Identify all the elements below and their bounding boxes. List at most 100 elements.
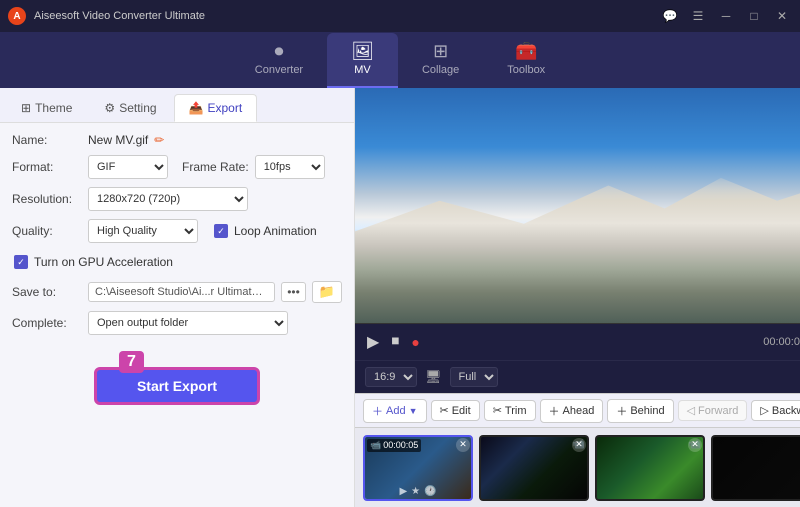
nav-bar: ⏺ Converter 🖼 MV ⊞ Collage 🧰 Toolbox: [0, 32, 800, 88]
save-to-label: Save to:: [12, 285, 82, 299]
name-value: New MV.gif: [88, 133, 148, 147]
clip-3[interactable]: 📹 ✕: [595, 435, 705, 501]
sub-tab-theme[interactable]: ⊞ Theme: [6, 94, 87, 122]
name-label: Name:: [12, 133, 82, 147]
nav-tab-collage[interactable]: ⊞ Collage: [398, 33, 483, 88]
gpu-checkbox[interactable]: ✓: [14, 255, 28, 269]
forward-icon: ◁: [687, 404, 695, 417]
add-label: Add: [386, 405, 406, 417]
window-controls: 💬 ☰ ─ □ ✕: [660, 6, 792, 26]
save-to-path: C:\Aiseesoft Studio\Ai...r Ultimate\MV E…: [88, 282, 275, 302]
add-button[interactable]: ＋ Add ▼: [363, 399, 427, 423]
nav-tab-converter[interactable]: ⏺ Converter: [231, 33, 327, 88]
video-controls-row2: 16:9 4:3 1:1 🖥 Full Fit Start Export: [355, 360, 800, 393]
sub-tab-export[interactable]: 📤 Export: [174, 94, 258, 122]
open-folder-button[interactable]: 📁: [312, 281, 342, 303]
record-button[interactable]: ●: [409, 332, 421, 352]
view-mode-select[interactable]: Full Fit: [450, 367, 498, 387]
clip-1-controls: ▶ ★ 🕐: [365, 486, 471, 497]
sub-tab-setting[interactable]: ⚙ Setting: [89, 94, 171, 122]
maximize-button[interactable]: □: [744, 6, 764, 26]
gpu-row: ✓ Turn on GPU Acceleration: [14, 251, 342, 273]
collage-icon: ⊞: [433, 41, 448, 62]
clip-4-bg: [713, 437, 800, 499]
resolution-row: Resolution: 1280x720 (720p) 1920x1080 (1…: [12, 187, 342, 211]
quality-row: Quality: High Quality Medium Quality Low…: [12, 219, 342, 243]
play-button[interactable]: ▶: [365, 330, 381, 354]
settings-area: Name: New MV.gif ✏ Format: GIF MP4 AVI F…: [0, 123, 354, 507]
preview-mountain: [355, 88, 800, 323]
format-select[interactable]: GIF MP4 AVI: [88, 155, 168, 179]
loop-checkbox[interactable]: ✓: [214, 224, 228, 238]
edit-button[interactable]: ✂ Edit: [431, 400, 480, 421]
bottom-toolbar: ＋ Add ▼ ✂ Edit ✂ Trim ＋ Ahead ＋ Behind ◁: [355, 393, 800, 427]
converter-icon: ⏺: [274, 41, 283, 62]
nav-tab-toolbox-label: Toolbox: [507, 64, 545, 76]
clip-3-close[interactable]: ✕: [688, 438, 702, 452]
forward-button[interactable]: ◁ Forward: [678, 400, 748, 421]
export-tab-icon: 📤: [189, 101, 204, 115]
sub-tabs: ⊞ Theme ⚙ Setting 📤 Export: [0, 88, 354, 123]
clip-1-close[interactable]: ✕: [456, 438, 470, 452]
clip-1-time: 00:00:05: [383, 440, 418, 450]
start-export-button-main[interactable]: Start Export: [94, 367, 260, 405]
quality-select[interactable]: High Quality Medium Quality Low Quality: [88, 219, 198, 243]
chat-button[interactable]: 💬: [660, 6, 680, 26]
name-edit-icon[interactable]: ✏: [154, 133, 164, 147]
behind-button[interactable]: ＋ Behind: [607, 399, 673, 423]
backward-button[interactable]: ▷ Backward: [751, 400, 800, 421]
time-current: 00:00:00.00: [763, 336, 800, 348]
browse-dots-button[interactable]: •••: [281, 282, 306, 302]
loop-row: ✓ Loop Animation: [214, 224, 317, 238]
clip-1-video-icon: 📹: [370, 440, 381, 451]
nav-tab-mv[interactable]: 🖼 MV: [327, 33, 398, 88]
clip-2[interactable]: 📹 ✕: [479, 435, 589, 501]
theme-tab-label: Theme: [35, 101, 72, 115]
complete-row: Complete: Open output folder Do nothing …: [12, 311, 342, 335]
loop-label: Loop Animation: [234, 224, 317, 238]
ahead-button[interactable]: ＋ Ahead: [540, 399, 604, 423]
save-to-row: Save to: C:\Aiseesoft Studio\Ai...r Ulti…: [12, 281, 342, 303]
time-display: 00:00:00.00/00:01:40.16: [430, 336, 800, 348]
behind-label: Behind: [630, 405, 664, 417]
stop-button[interactable]: ⏹: [389, 331, 401, 353]
main-area: ⊞ Theme ⚙ Setting 📤 Export Name: New MV.…: [0, 88, 800, 507]
add-icon: ＋: [372, 403, 383, 419]
menu-button[interactable]: ☰: [688, 6, 708, 26]
setting-tab-label: Setting: [119, 101, 156, 115]
resolution-label: Resolution:: [12, 192, 82, 206]
behind-icon: ＋: [616, 403, 627, 419]
clip-1[interactable]: 📹 00:00:05 ✕ ▶ ★ 🕐: [363, 435, 473, 501]
resolution-select[interactable]: 1280x720 (720p) 1920x1080 (1080p) 640x48…: [88, 187, 248, 211]
clip-1-clock-icon: 🕐: [424, 486, 436, 497]
clip-2-close[interactable]: ✕: [572, 438, 586, 452]
frame-rate-label: Frame Rate:: [182, 160, 249, 174]
nav-tab-toolbox[interactable]: 🧰 Toolbox: [483, 33, 569, 88]
left-panel: ⊞ Theme ⚙ Setting 📤 Export Name: New MV.…: [0, 88, 355, 507]
format-label: Format:: [12, 160, 82, 174]
start-export-wrap: 7 Start Export: [12, 343, 342, 417]
name-row: Name: New MV.gif ✏: [12, 133, 342, 147]
export-tab-label: Export: [208, 101, 243, 115]
aspect-ratio-select[interactable]: 16:9 4:3 1:1: [365, 367, 417, 387]
complete-select[interactable]: Open output folder Do nothing Shut down: [88, 311, 288, 335]
clip-1-star-icon: ★: [411, 486, 420, 497]
backward-label: Backward: [772, 405, 800, 417]
toolbox-icon: 🧰: [515, 41, 537, 62]
minimize-button[interactable]: ─: [716, 6, 736, 26]
app-icon: A: [8, 7, 26, 25]
title-bar: A Aiseesoft Video Converter Ultimate 💬 ☰…: [0, 0, 800, 32]
monitor-icon: 🖥: [425, 369, 442, 385]
add-dropdown-icon: ▼: [409, 406, 418, 416]
clip-4[interactable]: 📹 ✕: [711, 435, 800, 501]
trim-button[interactable]: ✂ Trim: [484, 400, 536, 421]
preview-area: iStock/Getty Images: [355, 88, 800, 323]
clip-1-play-icon: ▶: [399, 486, 407, 497]
complete-label: Complete:: [12, 316, 82, 330]
ahead-label: Ahead: [563, 405, 595, 417]
frame-rate-select[interactable]: 10fps 24fps 30fps: [255, 155, 325, 179]
export-badge: 7: [119, 351, 144, 373]
backward-icon: ▷: [760, 404, 768, 417]
nav-tab-collage-label: Collage: [422, 64, 459, 76]
close-button[interactable]: ✕: [772, 6, 792, 26]
